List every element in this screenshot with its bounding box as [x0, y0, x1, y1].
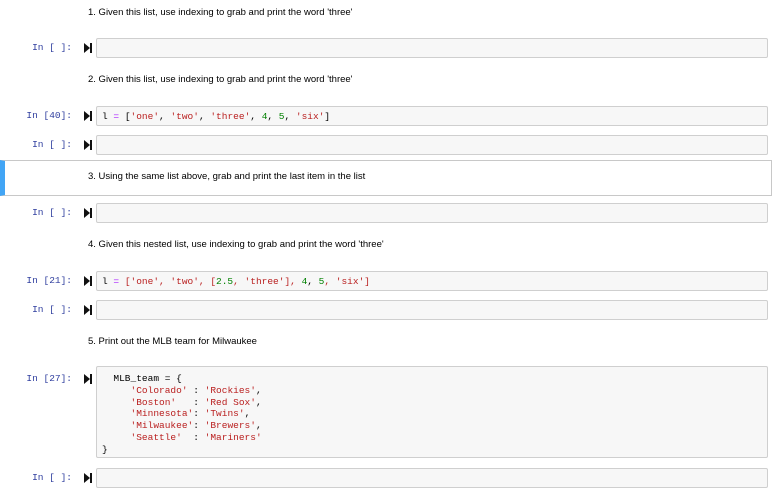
cell-prompt: In [ ]:	[32, 472, 72, 483]
cell-prompt: In [ ]:	[32, 42, 72, 53]
run-cell-icon[interactable]	[84, 276, 92, 286]
markdown-question-5: 5. Print out the MLB team for Milwaukee	[88, 336, 257, 347]
cell-prompt: In [ ]:	[32, 207, 72, 218]
code-input-nested-list[interactable]: l = ['one', 'two', [2.5, 'three'], 4, 5,…	[96, 271, 768, 291]
markdown-question-1: 1. Given this list, use indexing to grab…	[88, 7, 353, 18]
code-input-empty[interactable]	[96, 38, 768, 58]
code-line: }	[102, 443, 108, 455]
markdown-question-4: 4. Given this nested list, use indexing …	[88, 239, 384, 250]
cell-prompt: In [21]:	[26, 275, 72, 286]
dict-entry: 'Milwaukee': 'Brewers',	[130, 420, 262, 432]
dict-entry: 'Boston' : 'Red Sox',	[130, 396, 262, 408]
markdown-question-2: 2. Given this list, use indexing to grab…	[88, 74, 353, 85]
code-input-empty[interactable]	[96, 203, 768, 223]
code-input-empty[interactable]	[96, 300, 768, 320]
run-cell-icon[interactable]	[84, 473, 92, 483]
cell-prompt: In [40]:	[26, 110, 72, 121]
cell-prompt: In [ ]:	[32, 304, 72, 315]
code-input-list[interactable]: l = ['one', 'two', 'three', 4, 5, 'six']	[96, 106, 768, 126]
code-input-empty[interactable]	[96, 135, 768, 155]
run-cell-icon[interactable]	[84, 374, 92, 384]
code-input-empty[interactable]	[96, 468, 768, 488]
dict-entry: 'Seattle' : 'Mariners'	[130, 431, 262, 443]
run-cell-icon[interactable]	[84, 140, 92, 150]
selected-markdown-cell[interactable]: 3. Using the same list above, grab and p…	[0, 160, 772, 196]
run-cell-icon[interactable]	[84, 111, 92, 121]
cell-prompt: In [27]:	[26, 373, 72, 384]
dict-entry: 'Colorado' : 'Rockies',	[130, 384, 262, 396]
code-line: MLB_team = {	[113, 373, 182, 384]
cell-prompt: In [ ]:	[32, 139, 72, 150]
run-cell-icon[interactable]	[84, 43, 92, 53]
run-cell-icon[interactable]	[84, 208, 92, 218]
dict-entry: 'Minnesota': 'Twins',	[130, 408, 251, 420]
code-input-dict[interactable]: MLB_team = { 'Colorado' : 'Rockies', 'Bo…	[96, 366, 768, 458]
markdown-question-3: 3. Using the same list above, grab and p…	[88, 171, 366, 182]
run-cell-icon[interactable]	[84, 305, 92, 315]
